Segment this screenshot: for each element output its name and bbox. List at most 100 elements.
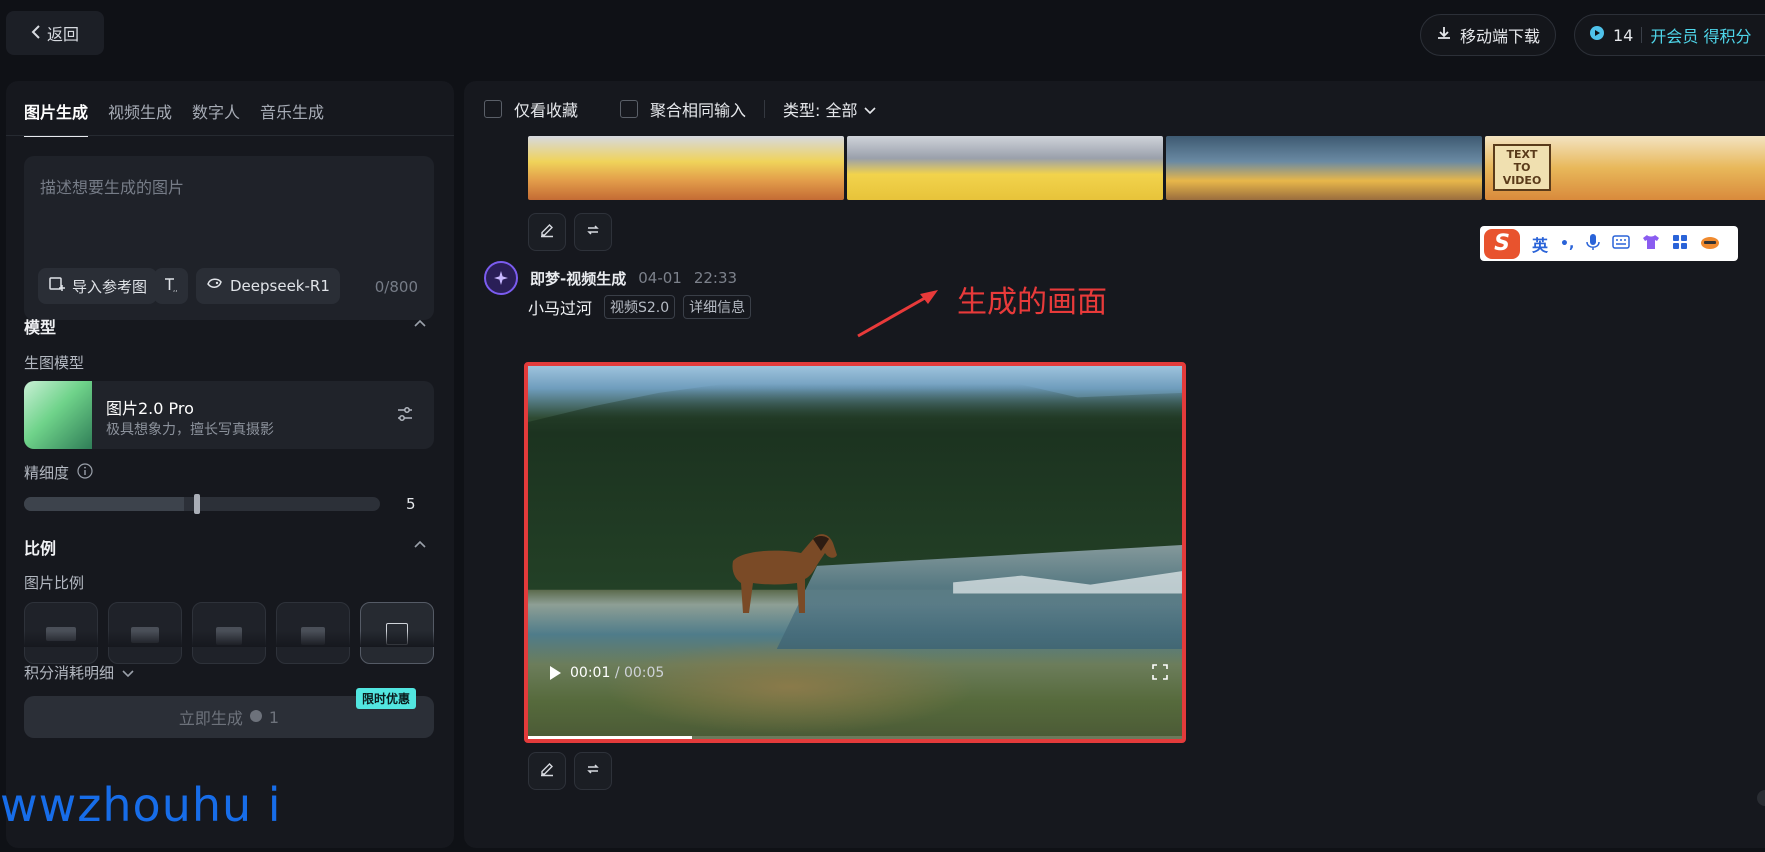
fullscreen-icon[interactable]	[1152, 664, 1168, 684]
ratio-section-title: 比例	[24, 539, 57, 558]
skin-shirt-icon[interactable]	[1642, 234, 1660, 254]
model-card[interactable]: 图片2.0 Pro 极具想象力，擅长写真摄影	[24, 381, 434, 449]
generation-tabs: 图片生成 视频生成 数字人 音乐生成	[24, 99, 324, 137]
chevron-down-icon	[122, 664, 134, 682]
prompt-input[interactable]: 描述想要生成的图片 导入参考图 ,, Deepseek-R1 0/800	[24, 156, 434, 320]
mascot-icon[interactable]	[1700, 234, 1720, 254]
chevron-left-icon	[31, 24, 41, 43]
svg-text:,,: ,,	[173, 285, 177, 293]
text-format-icon: ,,	[162, 275, 180, 297]
previous-results-row: TEXT TO VIDEO	[528, 136, 1765, 200]
import-reference-label: 导入参考图	[72, 277, 148, 296]
edit-button[interactable]	[528, 213, 566, 251]
result-thumbnail[interactable]	[528, 136, 844, 200]
back-button[interactable]: 返回	[6, 11, 104, 55]
scroll-fade	[6, 631, 454, 647]
generate-cost: 1	[268, 707, 280, 727]
detail-label-row: 精细度	[24, 462, 93, 483]
model-tag: 视频S2.0	[604, 295, 676, 319]
merge-inputs-label[interactable]: 聚合相同输入	[650, 97, 746, 121]
chevron-up-icon[interactable]	[414, 315, 426, 331]
microphone-icon[interactable]	[1586, 233, 1601, 255]
model-thumbnail	[24, 381, 92, 449]
chevron-up-icon[interactable]	[414, 536, 426, 552]
annotation-arrow	[857, 290, 938, 338]
credits-pill[interactable]: 14 开会员 得积分	[1574, 14, 1765, 56]
task-prompt[interactable]: 小马过河	[528, 295, 592, 319]
text-format-button[interactable]: ,,	[154, 268, 188, 304]
cost-detail-toggle[interactable]: 积分消耗明细	[24, 662, 134, 683]
credit-icon	[1589, 25, 1605, 45]
regenerate-button[interactable]	[574, 213, 612, 251]
pencil-icon	[539, 761, 555, 781]
video-progress-bar[interactable]	[528, 736, 1182, 739]
annotation-label: 生成的画面	[957, 285, 1107, 320]
image-add-icon	[48, 275, 66, 297]
back-label: 返回	[46, 25, 79, 44]
deepseek-label: Deepseek-R1	[230, 277, 330, 295]
result-thumbnail[interactable]	[847, 136, 1163, 200]
import-reference-button[interactable]: 导入参考图	[38, 268, 158, 304]
chevron-down-icon	[863, 100, 876, 119]
tab-image-gen[interactable]: 图片生成	[24, 99, 89, 137]
result-thumbnail[interactable]: TEXT TO VIDEO	[1485, 136, 1765, 200]
video-current-time: 00:01	[570, 665, 611, 681]
char-counter: 0/800	[374, 278, 418, 296]
prompt-placeholder: 描述想要生成的图片	[40, 178, 185, 197]
task-time: 22:33	[693, 269, 738, 287]
favorites-checkbox[interactable]	[484, 100, 502, 118]
sliders-icon[interactable]	[396, 405, 414, 427]
video-timestamp: 00:01 / 00:05	[570, 665, 664, 681]
type-filter-label: 类型: 全部	[783, 101, 858, 120]
tab-video-gen[interactable]: 视频生成	[108, 99, 172, 123]
promo-badge: 限时优惠	[356, 688, 417, 709]
sogou-logo-icon: S	[1484, 228, 1520, 259]
video-player[interactable]: 00:01 / 00:05	[524, 362, 1186, 743]
ime-lang-toggle[interactable]: 英	[1532, 232, 1548, 256]
ime-toolbar[interactable]: S 英 •,	[1480, 226, 1738, 261]
tab-digital-human[interactable]: 数字人	[192, 99, 240, 123]
ratio-sub-label: 图片比例	[24, 574, 85, 592]
credits-count: 14	[1613, 25, 1634, 45]
deepseek-button[interactable]: Deepseek-R1	[196, 268, 340, 304]
model-name: 图片2.0 Pro	[106, 399, 194, 418]
details-tag[interactable]: 详细信息	[683, 295, 752, 319]
video-progress-fill	[528, 736, 692, 739]
apps-grid-icon[interactable]	[1672, 234, 1688, 254]
merge-inputs-checkbox[interactable]	[620, 100, 639, 118]
model-sub-label: 生图模型	[24, 354, 85, 372]
favorites-filter-label[interactable]: 仅看收藏	[514, 97, 578, 121]
task-date: 04-01	[638, 269, 682, 287]
play-icon[interactable]	[548, 665, 562, 685]
task-header: 即梦-视频生成 04-01 22:33	[484, 261, 737, 295]
detail-slider[interactable]	[24, 497, 380, 511]
deepseek-icon	[206, 276, 224, 296]
keyboard-icon[interactable]	[1612, 234, 1631, 253]
result-thumbnail[interactable]	[1166, 136, 1482, 200]
vip-link[interactable]: 开会员 得积分	[1650, 23, 1751, 47]
video-total-time: / 00:05	[614, 665, 665, 681]
results-panel: 仅看收藏 聚合相同输入 类型: 全部 TEXT TO VIDEO 即梦-视频生成…	[464, 81, 1765, 848]
filter-bar: 仅看收藏 聚合相同输入 类型: 全部	[484, 97, 876, 121]
generate-label: 立即生成	[178, 709, 243, 728]
model-section-title: 模型	[24, 318, 57, 337]
repeat-icon	[585, 222, 601, 242]
regenerate-button[interactable]	[574, 752, 612, 790]
video-horse	[732, 534, 837, 613]
type-filter-dropdown[interactable]: 类型: 全部	[783, 97, 876, 121]
mobile-download-label: 移动端下载	[1459, 27, 1540, 46]
cost-label: 积分消耗明细	[24, 664, 115, 682]
filter-divider	[764, 100, 766, 118]
edit-button[interactable]	[528, 752, 566, 790]
text-to-video-badge: TEXT TO VIDEO	[1493, 144, 1551, 191]
download-icon	[1436, 25, 1452, 45]
info-icon[interactable]	[77, 462, 93, 483]
mobile-download-button[interactable]: 移动端下载	[1420, 14, 1556, 56]
prompt-line: 小马过河 视频S2.0 详细信息	[528, 295, 752, 319]
repeat-icon	[585, 761, 601, 781]
tab-music-gen[interactable]: 音乐生成	[260, 99, 324, 123]
model-description: 极具想象力，擅长写真摄影	[106, 422, 274, 438]
task-name: 即梦-视频生成	[530, 269, 627, 288]
detail-slider-thumb[interactable]	[194, 494, 201, 514]
ime-punct-toggle[interactable]: •,	[1560, 236, 1574, 252]
